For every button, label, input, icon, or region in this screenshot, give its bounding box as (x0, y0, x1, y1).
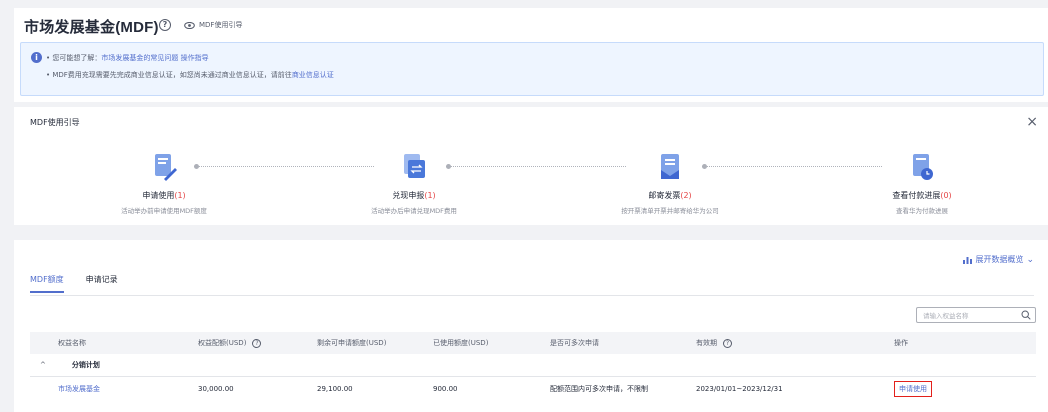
step-apply[interactable]: 申请使用(1) 活动举办前申请使用MDF额度 (74, 152, 254, 215)
step-name: 申请使用 (142, 191, 175, 200)
col-header-quota: 权益配额(USD)? (198, 332, 317, 354)
step-label: 申请使用(1) (74, 190, 254, 201)
step-label: 查看付款进展(0) (832, 190, 1012, 201)
step-count: (2) (680, 191, 692, 200)
expand-overview-label: 展开数据概览 (975, 255, 1024, 264)
business-cert-link[interactable]: 商业信息认证 (292, 71, 334, 79)
usage-guide-panel: MDF使用引导 × 申请使用(1) 活动举办前申请使用MDF额度 兑现申报(1)… (14, 107, 1048, 225)
notice-line-2-text: • MDF费用充现需要先完成商业信息认证，如您尚未通过商业信息认证，请前往 (46, 71, 292, 79)
guide-link-label: MDF使用引导 (199, 21, 243, 29)
step-redeem[interactable]: 兑现申报(1) 活动举办后申请兑现MDF费用 (324, 152, 504, 215)
guide-link[interactable]: MDF使用引导 (184, 20, 242, 30)
chevron-up-icon[interactable]: ^ (40, 361, 46, 369)
tab-divider (30, 295, 1034, 296)
help-icon[interactable]: ? (159, 19, 171, 31)
group-label: 分销计划 (71, 360, 100, 369)
search-input[interactable]: 请输入权益名称 (916, 307, 1036, 323)
step-count: (0) (940, 191, 952, 200)
action-cell: 申请使用 (894, 375, 1036, 402)
step-name: 兑现申报 (392, 191, 425, 200)
col-header-remaining: 剩余可申请额度(USD) (317, 332, 433, 354)
apply-use-button[interactable]: 申请使用 (894, 381, 932, 398)
step-desc: 活动举办前申请使用MDF额度 (121, 207, 207, 215)
mdf-main-panel: 展开数据概览 ⌄ MDF额度 申请记录 请输入权益名称 权益名称 权益配额(US… (14, 240, 1048, 412)
chevron-down-icon: ⌄ (1026, 254, 1034, 265)
col-header-action: 操作 (894, 332, 1036, 354)
col-header-used: 已使用额度(USD) (433, 332, 550, 354)
notice-prefix: • 您可能想了解： (46, 54, 102, 62)
table-row: 市场发展基金 30,000.00 29,100.00 900.00 配额范围内可… (30, 375, 1036, 402)
redeem-icon (404, 154, 425, 178)
multiple-cell: 配额范围内可多次申请，不限制 (550, 375, 696, 402)
col-header-name: 权益名称 (30, 332, 198, 354)
apply-document-icon (155, 154, 177, 181)
info-icon: i (31, 52, 42, 63)
benefit-name-link[interactable]: 市场发展基金 (30, 375, 198, 402)
validity-cell: 2023/01/01~2023/12/31 (696, 375, 894, 402)
used-cell: 900.00 (433, 375, 550, 402)
search-icon[interactable] (1021, 310, 1031, 320)
tab-bar: MDF额度 申请记录 (30, 274, 118, 293)
step-count: (1) (424, 191, 436, 200)
help-icon[interactable]: ? (723, 339, 732, 348)
invoice-icon (661, 154, 679, 179)
step-desc: 查看华为付款进展 (896, 207, 948, 215)
payment-progress-icon (913, 154, 933, 180)
step-label: 兑现申报(1) (324, 190, 504, 201)
col-header-multiple: 是否可多次申请 (550, 332, 696, 354)
col-header-validity-label: 有效期 (696, 339, 717, 347)
group-row[interactable]: ^ 分销计划 (30, 354, 1036, 376)
faq-link[interactable]: 市场发展基金的常见问题 (101, 54, 178, 62)
step-count: (1) (174, 191, 186, 200)
bar-chart-icon (963, 256, 973, 264)
step-mail-invoice[interactable]: 邮寄发票(2) 按开票清单开票并邮寄给华为公司 (580, 152, 760, 215)
guide-title: MDF使用引导 (30, 118, 80, 127)
search-placeholder: 请输入权益名称 (923, 312, 969, 320)
page-title: 市场发展基金(MDF) (24, 19, 159, 36)
tab-application-records[interactable]: 申请记录 (86, 274, 118, 293)
close-icon[interactable]: × (1026, 115, 1038, 129)
eye-icon (184, 21, 195, 29)
notice-line-2: • MDF费用充现需要先完成商业信息认证，如您尚未通过商业信息认证，请前往商业信… (46, 70, 334, 80)
help-icon[interactable]: ? (252, 339, 262, 348)
remaining-cell: 29,100.00 (317, 375, 433, 402)
step-name: 邮寄发票 (648, 191, 681, 200)
quota-cell: 30,000.00 (198, 375, 317, 402)
step-payment-progress[interactable]: 查看付款进展(0) 查看华为付款进展 (832, 152, 1012, 215)
group-cell: ^ 分销计划 (30, 354, 1036, 376)
step-label: 邮寄发票(2) (580, 190, 760, 201)
step-name: 查看付款进展 (892, 191, 941, 200)
col-header-validity: 有效期? (696, 332, 894, 354)
step-desc: 按开票清单开票并邮寄给华为公司 (621, 207, 719, 215)
expand-overview-button[interactable]: 展开数据概览 ⌄ (963, 254, 1034, 265)
notice-line-1: • 您可能想了解：市场发展基金的常见问题 操作指导 (46, 53, 209, 63)
tab-mdf-quota[interactable]: MDF额度 (30, 274, 64, 293)
operation-guide-link[interactable]: 操作指导 (181, 54, 209, 62)
step-desc: 活动举办后申请兑现MDF费用 (371, 207, 457, 215)
notice-banner: i • 您可能想了解：市场发展基金的常见问题 操作指导 • MDF费用充现需要先… (20, 42, 1044, 96)
col-header-quota-label: 权益配额(USD) (198, 339, 247, 347)
page-header: 市场发展基金(MDF) ? MDF使用引导 i • 您可能想了解：市场发展基金的… (14, 8, 1048, 102)
mdf-quota-table: 权益名称 权益配额(USD)? 剩余可申请额度(USD) 已使用额度(USD) … (30, 332, 1036, 402)
